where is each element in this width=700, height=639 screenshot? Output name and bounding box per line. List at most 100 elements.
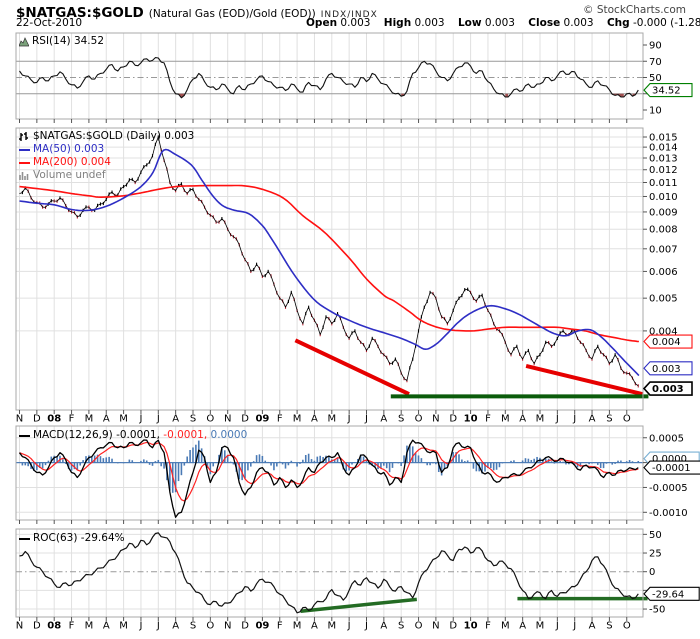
roc-dash-icon: [19, 538, 30, 540]
svg-text:D: D: [449, 414, 457, 425]
svg-text:A: A: [103, 414, 110, 425]
svg-text:0.011: 0.011: [649, 178, 678, 189]
svg-text:S: S: [606, 414, 612, 425]
svg-text:N: N: [224, 621, 231, 632]
svg-text:J: J: [364, 414, 368, 425]
svg-text:F: F: [485, 621, 491, 632]
ma200-legend: MA(200) 0.004: [33, 156, 111, 169]
svg-text:A: A: [519, 414, 526, 425]
svg-text:-0.0001: -0.0001: [652, 463, 691, 474]
svg-text:J: J: [347, 621, 351, 632]
low-value: 0.003: [485, 17, 515, 29]
svg-text:A: A: [589, 414, 596, 425]
svg-text:M: M: [293, 414, 302, 425]
roc-legend: ROC(63) -29.64%: [19, 532, 125, 545]
svg-text:O: O: [623, 414, 631, 425]
svg-text:0.004: 0.004: [652, 337, 681, 348]
rsi-legend: RSI(14) 34.52: [19, 35, 104, 48]
svg-text:A: A: [519, 621, 526, 632]
svg-text:M: M: [85, 621, 94, 632]
svg-text:N: N: [224, 414, 231, 425]
svg-text:0.009: 0.009: [649, 207, 678, 218]
svg-text:0: 0: [649, 567, 655, 578]
svg-text:-29.64: -29.64: [652, 589, 684, 600]
svg-text:J: J: [347, 414, 351, 425]
rsi-area-icon: [19, 37, 29, 47]
price-bars-icon: [19, 132, 30, 142]
svg-text:J: J: [572, 621, 576, 632]
svg-text:J: J: [572, 414, 576, 425]
month-axis: ND08FMAMJJASOND09FMAMJJASOND10FMAMJJASO: [16, 414, 631, 425]
svg-text:M: M: [327, 414, 336, 425]
svg-text:0.006: 0.006: [649, 267, 678, 278]
svg-text:A: A: [103, 621, 110, 632]
svg-text:A: A: [589, 621, 596, 632]
ma50-dash-icon: [19, 149, 30, 151]
svg-text:M: M: [327, 621, 336, 632]
svg-text:J: J: [156, 414, 160, 425]
svg-text:M: M: [501, 621, 510, 632]
svg-text:J: J: [138, 621, 142, 632]
svg-text:A: A: [380, 621, 387, 632]
main-symbol-legend: $NATGAS:$GOLD (Daily) 0.003: [33, 130, 194, 143]
svg-text:N: N: [16, 621, 23, 632]
svg-text:10: 10: [464, 621, 478, 632]
svg-text:10: 10: [649, 106, 662, 117]
main-legend: $NATGAS:$GOLD (Daily) 0.003 MA(50) 0.003…: [19, 130, 194, 182]
svg-text:70: 70: [649, 57, 662, 68]
svg-text:O: O: [206, 621, 214, 632]
svg-text:S: S: [398, 621, 404, 632]
svg-text:90: 90: [649, 41, 662, 52]
svg-text:25: 25: [649, 549, 662, 560]
svg-text:0.014: 0.014: [649, 143, 678, 154]
svg-text:S: S: [606, 621, 612, 632]
svg-text:08: 08: [47, 414, 61, 425]
svg-text:F: F: [277, 414, 283, 425]
svg-text:O: O: [415, 621, 423, 632]
macd-dash-icon: [19, 435, 30, 437]
svg-text:08: 08: [47, 621, 61, 632]
svg-text:10: 10: [464, 414, 478, 425]
svg-text:O: O: [415, 414, 423, 425]
svg-text:50: 50: [649, 530, 662, 541]
svg-text:M: M: [536, 414, 545, 425]
quote-row: 22-Oct-2010 Open 0.003 High 0.003 Low 0.…: [16, 17, 684, 29]
svg-text:J: J: [364, 621, 368, 632]
volume-legend: Volume undef: [33, 169, 106, 182]
svg-text:0.003: 0.003: [652, 384, 684, 395]
svg-text:S: S: [190, 414, 196, 425]
svg-text:0.013: 0.013: [649, 153, 678, 164]
svg-text:34.52: 34.52: [652, 86, 681, 97]
svg-text:A: A: [172, 621, 179, 632]
svg-text:J: J: [555, 621, 559, 632]
svg-text:D: D: [241, 621, 249, 632]
svg-text:D: D: [449, 621, 457, 632]
macd-legend: MACD(12,26,9) -0.0001, -0.0001, 0.0000: [19, 429, 247, 442]
svg-text:M: M: [501, 414, 510, 425]
svg-text:F: F: [277, 621, 283, 632]
svg-text:A: A: [380, 414, 387, 425]
svg-text:A: A: [311, 621, 318, 632]
svg-text:S: S: [398, 414, 404, 425]
svg-text:M: M: [119, 414, 128, 425]
svg-text:J: J: [138, 414, 142, 425]
svg-text:0.007: 0.007: [649, 244, 678, 255]
copyright: © StockCharts.com: [583, 4, 686, 16]
svg-text:-0.0010: -0.0010: [649, 508, 688, 519]
svg-text:0.003: 0.003: [652, 364, 681, 375]
svg-text:F: F: [69, 621, 75, 632]
svg-text:50: 50: [649, 73, 662, 84]
svg-text:0.012: 0.012: [649, 165, 678, 176]
svg-text:O: O: [206, 414, 214, 425]
svg-text:F: F: [485, 414, 491, 425]
rsi-panel: 90 70 50 10 34.52: [16, 33, 692, 123]
svg-text:M: M: [85, 414, 94, 425]
svg-text:D: D: [33, 414, 41, 425]
svg-text:D: D: [33, 621, 41, 632]
svg-text:N: N: [432, 621, 439, 632]
svg-text:-50: -50: [649, 605, 665, 616]
svg-text:0.008: 0.008: [649, 225, 678, 236]
ma200-dash-icon: [19, 162, 30, 164]
stockcharts-page: { "header": { "title": "$NATGAS:$GOLD", …: [0, 0, 700, 639]
svg-text:0.010: 0.010: [649, 192, 678, 203]
